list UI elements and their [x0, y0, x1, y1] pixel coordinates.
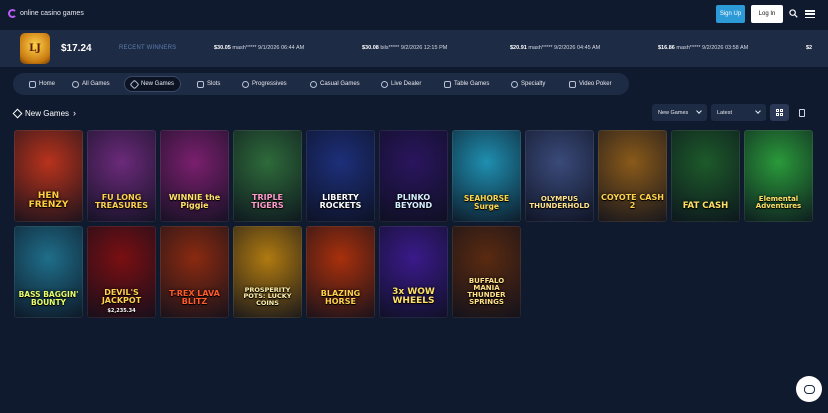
slots-icon: [197, 80, 204, 88]
specialty-icon: [511, 80, 518, 88]
nav-home[interactable]: Home: [23, 76, 61, 92]
game-tile[interactable]: FAT CASH: [671, 130, 740, 222]
table-games-icon: [444, 80, 451, 88]
log-in-button[interactable]: Log In: [751, 5, 783, 23]
video-poker-icon: [569, 80, 576, 88]
jackpot-badge-icon[interactable]: LJ: [20, 33, 50, 64]
chat-icon: [803, 384, 815, 394]
search-icon[interactable]: [789, 9, 798, 18]
jackpot-amount: $17.24: [61, 43, 92, 54]
winner-entry: $30.05 mash***** 9/1/2026 06:44 AM: [214, 45, 305, 51]
casual-games-icon: [310, 80, 317, 88]
recent-winners-label: RECENT WINNERS: [119, 45, 177, 51]
chat-support-button[interactable]: [796, 376, 822, 402]
game-tile[interactable]: OLYMPUS THUNDERHOLD: [525, 130, 594, 222]
game-tile[interactable]: PLINKO BEYOND: [379, 130, 448, 222]
logo-icon: [8, 9, 17, 18]
game-tile[interactable]: BUFFALO MANIA THUNDER SPRINGS: [452, 226, 521, 318]
nav-all-games[interactable]: All Games: [66, 76, 116, 92]
logo-text: online casino games: [20, 10, 84, 17]
progressives-icon: [242, 80, 249, 88]
game-tile[interactable]: Elemental Adventures: [744, 130, 813, 222]
chevron-down-icon: [755, 108, 761, 114]
game-tile[interactable]: FU LONG TREASURES: [87, 130, 156, 222]
game-tile[interactable]: COYOTE CASH 2: [598, 130, 667, 222]
grid-icon: [776, 109, 783, 116]
nav-casual-games[interactable]: Casual Games: [304, 76, 366, 92]
site-logo[interactable]: online casino games: [8, 9, 84, 18]
winner-entry: $30.08 bils***** 9/2/2026 12:15 PM: [362, 45, 448, 51]
game-tile[interactable]: BASS BAGGIN' BOUNTY: [14, 226, 83, 318]
nav-live-dealer[interactable]: Live Dealer: [375, 76, 427, 92]
game-tile[interactable]: DEVIL'S JACKPOT $2,235.34: [87, 226, 156, 318]
top-header: online casino games Sign Up Log In: [0, 0, 828, 29]
game-tile[interactable]: PROSPERITY POTS: LUCKY COINS: [233, 226, 302, 318]
game-tile[interactable]: 3x WOW WHEELS: [379, 226, 448, 318]
game-tile[interactable]: HEN FRENZY: [14, 130, 83, 222]
diamond-icon: [12, 108, 23, 118]
diamond-icon: [129, 79, 140, 89]
nav-table-games[interactable]: Table Games: [438, 76, 495, 92]
grid-view-button[interactable]: [770, 104, 789, 121]
nav-specialty[interactable]: Specialty: [505, 76, 551, 92]
sign-up-button[interactable]: Sign Up: [716, 5, 745, 23]
category-nav: Home All Games New Games Slots Progressi…: [13, 73, 629, 95]
game-tile[interactable]: TRIPLE TIGERS: [233, 130, 302, 222]
list-view-button[interactable]: [792, 104, 811, 121]
nav-new-games[interactable]: New Games: [124, 76, 182, 92]
winner-entry: $20.91 mash***** 9/2/2026 04:45 AM: [510, 45, 601, 51]
game-tile[interactable]: BLAZING HORSE: [306, 226, 375, 318]
nav-video-poker[interactable]: Video Poker: [563, 76, 618, 92]
live-dealer-icon: [381, 80, 388, 88]
chevron-down-icon: [696, 108, 702, 114]
game-tile[interactable]: LIBERTY ROCKETS: [306, 130, 375, 222]
nav-slots[interactable]: Slots: [191, 76, 226, 92]
winner-entry: $16.86 mash***** 9/2/2026 03:58 AM: [658, 45, 749, 51]
winner-entry: $2: [806, 45, 813, 51]
game-type-select[interactable]: New Games: [652, 104, 707, 121]
all-games-icon: [72, 80, 79, 88]
menu-icon[interactable]: [805, 10, 815, 18]
home-icon: [29, 80, 36, 88]
chevron-right-icon: ›: [73, 108, 77, 118]
game-tile[interactable]: WINNIE the Piggie: [160, 130, 229, 222]
section-title[interactable]: New Games ›: [12, 108, 77, 118]
game-tile[interactable]: SEAHORSE Surge: [452, 130, 521, 222]
list-icon: [798, 108, 805, 117]
sort-select[interactable]: Latest: [711, 104, 766, 121]
nav-progressives[interactable]: Progressives: [236, 76, 293, 92]
game-tile[interactable]: T-REX LAVA BLITZ: [160, 226, 229, 318]
